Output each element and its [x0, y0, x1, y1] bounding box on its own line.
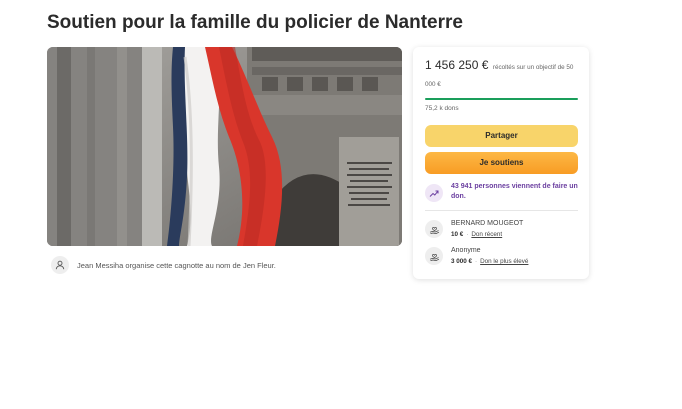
donation-panel: 1 456 250 € récoltés sur un objectif de …: [413, 47, 589, 279]
raised-summary: 1 456 250 € récoltés sur un objectif de …: [425, 57, 578, 91]
donor-tag-link[interactable]: Don récent: [471, 231, 502, 238]
hand-heart-icon: [425, 247, 443, 266]
progress-bar: [425, 97, 578, 100]
hand-heart-icon: [425, 220, 443, 239]
hero-image: [47, 47, 402, 246]
user-icon: [51, 256, 69, 274]
donations-count: 75,2 k dons: [425, 104, 459, 112]
donor-amount: 3 000 €: [451, 258, 473, 266]
amount-raised: 1 456 250 €: [425, 58, 489, 72]
donor-tag-link[interactable]: Don le plus élevé: [480, 258, 528, 265]
progress-fill: [425, 97, 578, 100]
donor-item: BERNARD MOUGEOT 10 € · Don récent: [425, 219, 578, 238]
donor-item: Anonyme 3 000 € · Don le plus élevé: [425, 246, 578, 265]
arc-de-triomphe-flag-photo: [47, 47, 402, 246]
organizer-info: Jean Messiha organise cette cagnotte au …: [51, 256, 276, 274]
donor-amount: 10 €: [451, 231, 464, 239]
recent-activity-text: 43 941 personnes viennent de faire un do…: [451, 182, 578, 201]
trending-up-icon: [425, 183, 443, 202]
donor-name: BERNARD MOUGEOT: [451, 220, 524, 228]
share-button[interactable]: Partager: [425, 124, 578, 147]
donor-name: Anonyme: [451, 247, 481, 255]
page-title: Soutien pour la famille du policier de N…: [47, 12, 463, 33]
organizer-text: Jean Messiha organise cette cagnotte au …: [77, 260, 276, 270]
recent-activity: 43 941 personnes viennent de faire un do…: [425, 182, 578, 212]
donate-button[interactable]: Je soutiens: [425, 151, 578, 174]
